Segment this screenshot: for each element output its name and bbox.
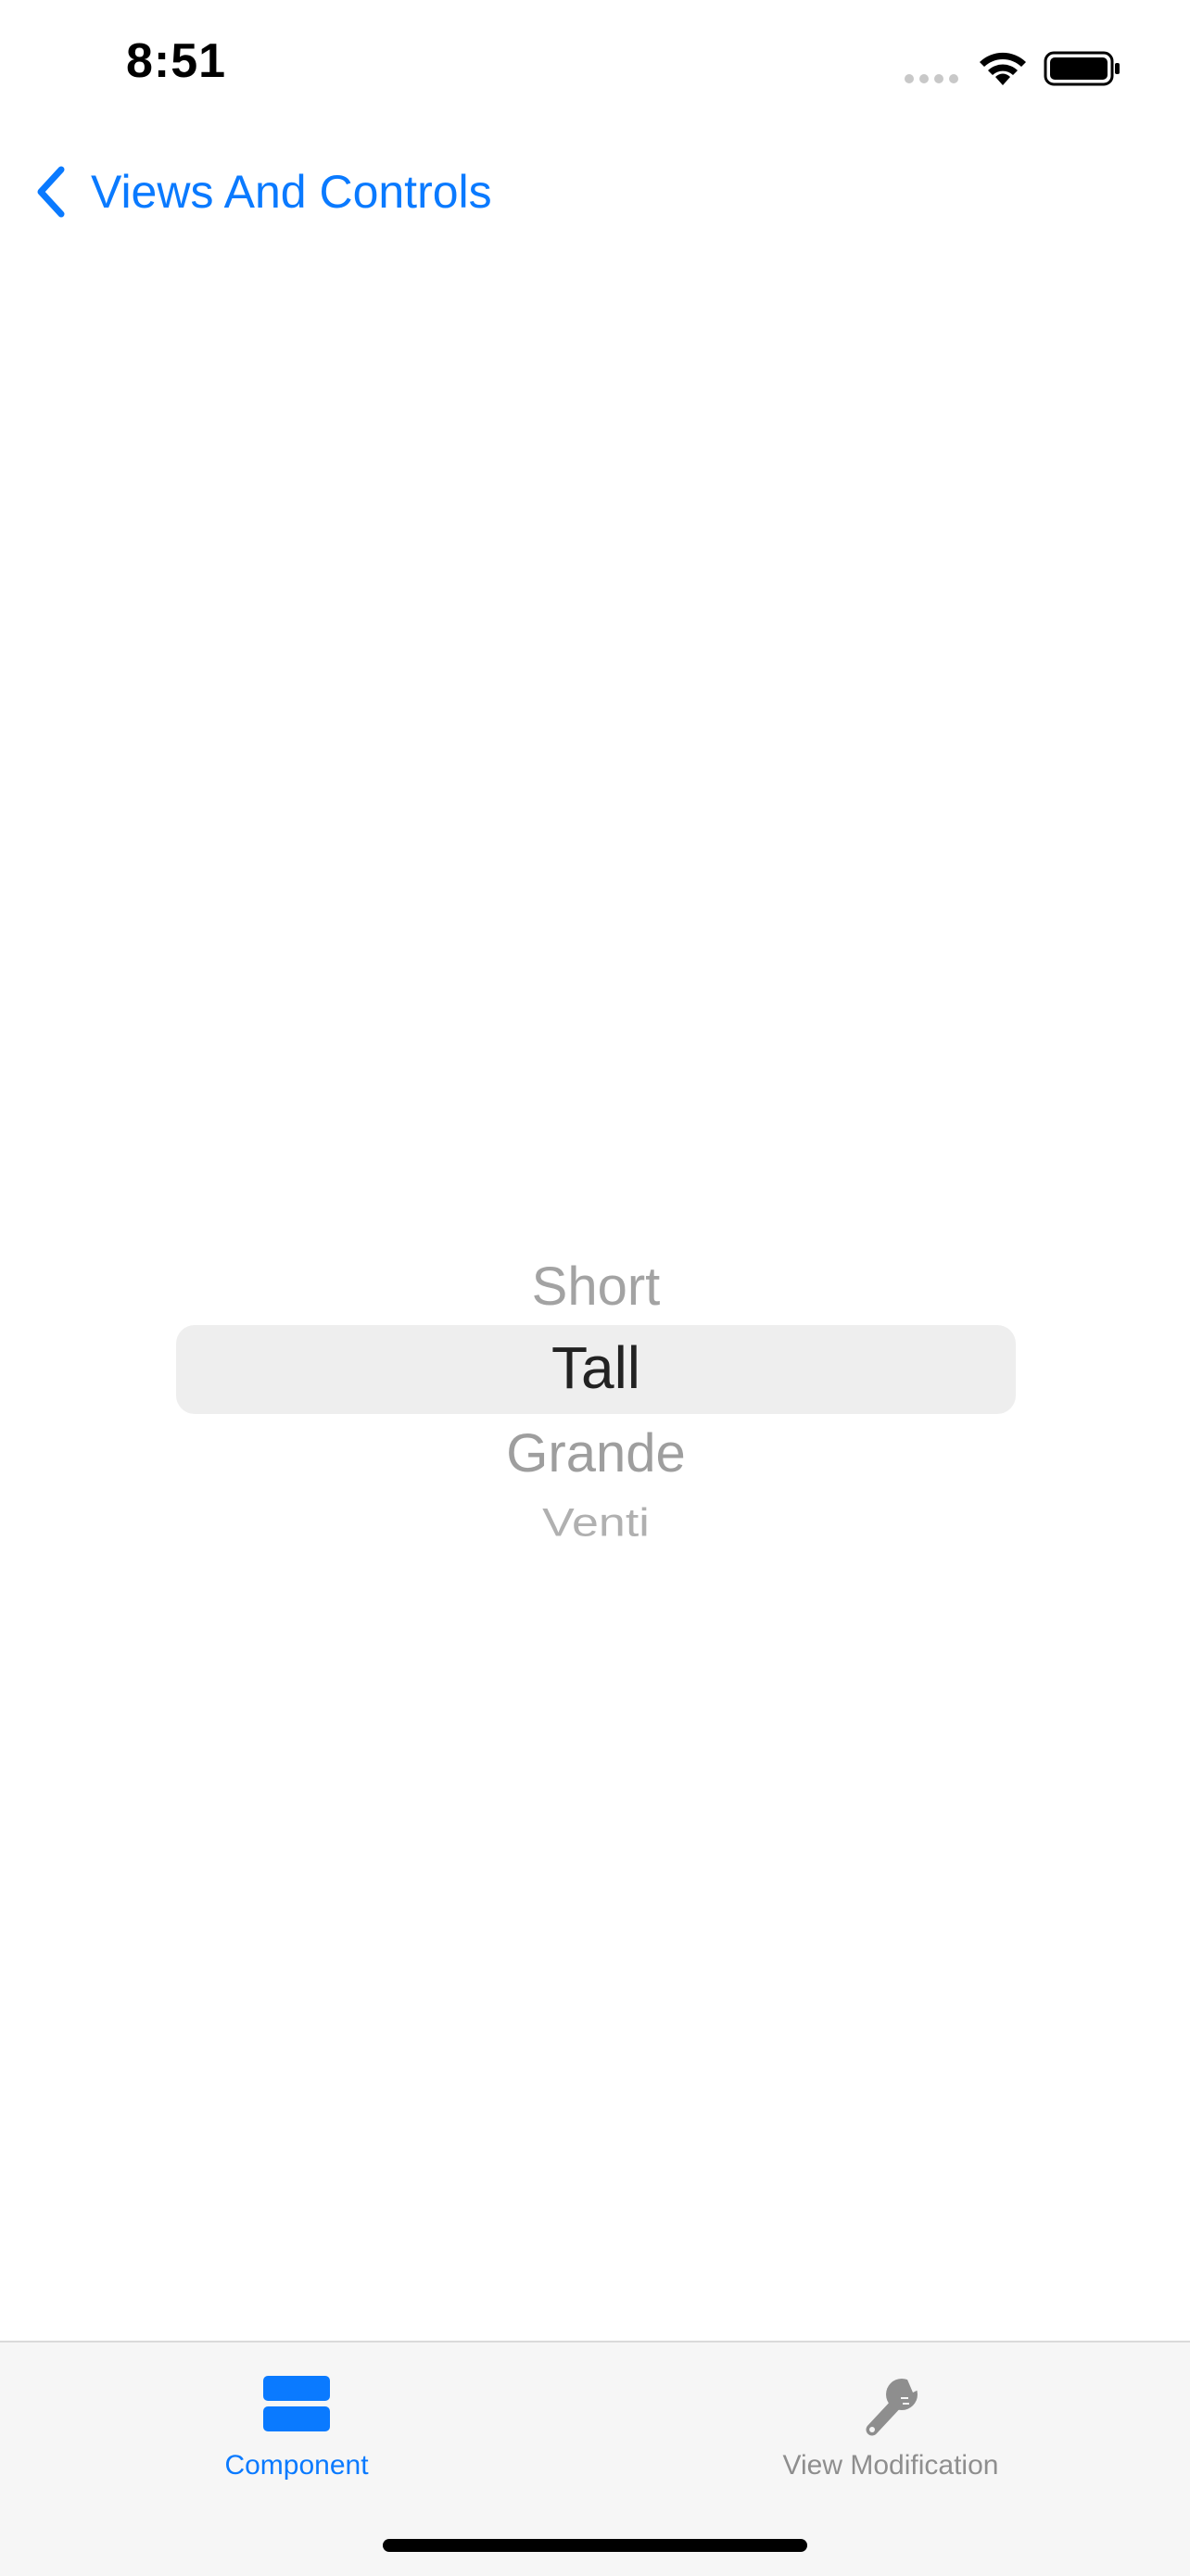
battery-icon bbox=[1044, 51, 1120, 86]
back-button[interactable]: Views And Controls bbox=[33, 159, 492, 224]
picker-option-short[interactable]: Short bbox=[176, 1260, 1016, 1314]
stacked-rectangles-icon bbox=[263, 2376, 330, 2431]
tab-view-modification-label: View Modification bbox=[782, 2450, 999, 2481]
tab-view-modification[interactable]: View Modification bbox=[705, 2370, 1076, 2481]
signal-dots-icon bbox=[905, 74, 958, 83]
tab-component-label: Component bbox=[224, 2450, 369, 2481]
chevron-left-icon bbox=[37, 166, 65, 218]
status-time: 8:51 bbox=[126, 34, 227, 88]
back-button-label: Views And Controls bbox=[91, 166, 492, 218]
size-picker[interactable]: Short Tall Grande Venti bbox=[176, 1242, 1016, 1566]
picker-option-tall[interactable]: Tall bbox=[176, 1338, 1016, 1397]
picker-option-venti[interactable]: Venti bbox=[176, 1503, 1016, 1543]
home-indicator[interactable] bbox=[383, 2539, 807, 2552]
wrench-icon bbox=[866, 2374, 924, 2436]
tab-component[interactable]: Component bbox=[111, 2370, 482, 2481]
wifi-icon bbox=[980, 52, 1026, 85]
status-bar: 8:51 bbox=[0, 0, 1190, 139]
picker-option-grande[interactable]: Grande bbox=[176, 1427, 1016, 1481]
